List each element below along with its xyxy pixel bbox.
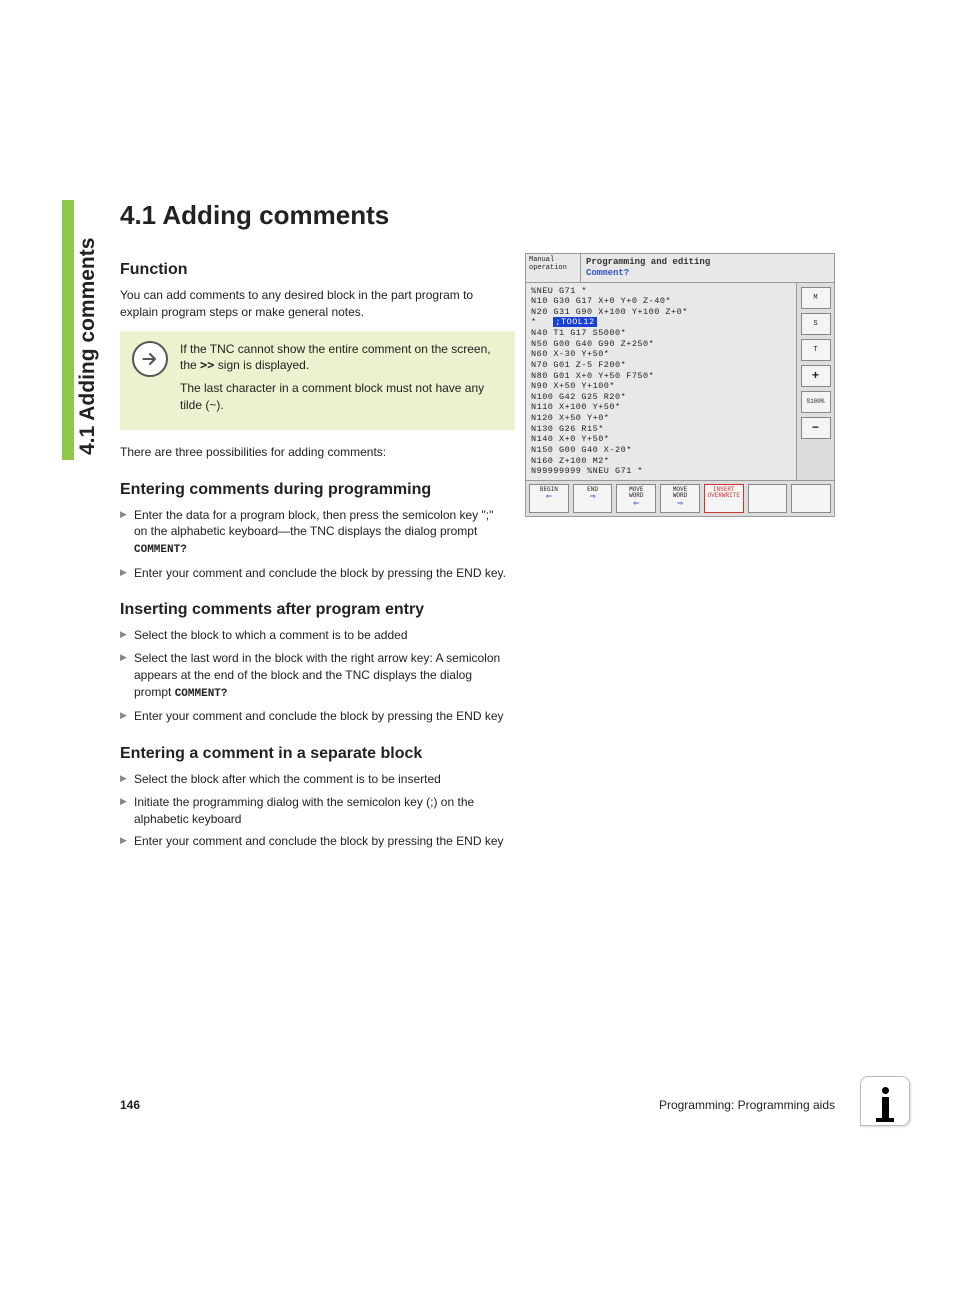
list-item: Enter your comment and conclude the bloc…	[120, 833, 510, 850]
arrow-right-icon: ⇒	[574, 493, 612, 503]
note-text: If the TNC cannot show the entire commen…	[180, 341, 503, 420]
list-item: Initiate the programming dialog with the…	[120, 794, 510, 828]
screenshot-body: %NEU G71 * N10 G30 G17 X+0 Y+0 Z-40* N20…	[526, 283, 834, 480]
softkey-move-word-right[interactable]: MOVE WORD⇒	[660, 484, 700, 513]
function-after-note: There are three possibilities for adding…	[120, 444, 505, 461]
list-item: Enter the data for a program block, then…	[120, 507, 510, 559]
list-item: Enter your comment and conclude the bloc…	[120, 708, 510, 725]
header-title: Programming and editing Comment?	[581, 254, 834, 282]
arrow-right-icon	[132, 341, 168, 377]
li-text: Enter your comment and conclude the bloc…	[134, 566, 506, 580]
softkey-empty[interactable]	[791, 484, 831, 513]
header-mode: Manual operation	[526, 254, 581, 282]
list-item: Select the block to which a comment is t…	[120, 627, 510, 644]
softkey-begin[interactable]: BEGIN⇐	[529, 484, 569, 513]
section-insertafter-title: Inserting comments after program entry	[120, 601, 835, 619]
note-line-2: The last character in a comment block mu…	[180, 380, 503, 414]
softkey-end[interactable]: END⇒	[573, 484, 613, 513]
page-heading: 4.1 Adding comments	[120, 200, 835, 231]
code-listing: %NEU G71 * N10 G30 G17 X+0 Y+0 Z-40* N20…	[526, 283, 796, 480]
softkey-row: BEGIN⇐ END⇒ MOVE WORD⇐ MOVE WORD⇒ INSERT…	[526, 480, 834, 516]
code-before: %NEU G71 * N10 G30 G17 X+0 Y+0 Z-40* N20…	[531, 286, 688, 317]
note-box: If the TNC cannot show the entire commen…	[120, 331, 515, 430]
sidebar-title: 4.1 Adding comments	[76, 238, 100, 455]
code-after: N40 T1 G17 S5000* N50 G00 G40 G90 Z+250*…	[531, 328, 654, 476]
screenshot-header: Manual operation Programming and editing…	[526, 254, 834, 283]
arrow-left-icon: ⇐	[530, 493, 568, 503]
code-highlight: ;TOOL12	[553, 317, 596, 327]
insertafter-list: Select the block to which a comment is t…	[120, 627, 510, 725]
tnc-screenshot: Manual operation Programming and editing…	[525, 253, 835, 517]
li-text: Enter the data for a program block, then…	[134, 508, 493, 539]
list-item: Select the last word in the block with t…	[120, 650, 510, 702]
note-1b: >>	[200, 358, 214, 372]
softkey-empty[interactable]	[748, 484, 788, 513]
header-l2: Comment?	[586, 268, 829, 279]
enterprog-list: Enter the data for a program block, then…	[120, 507, 510, 582]
side-btn-plus[interactable]	[801, 365, 831, 387]
separate-list: Select the block after which the comment…	[120, 771, 510, 850]
page-footer: 146 Programming: Programming aids	[120, 1098, 835, 1112]
list-item: Select the block after which the comment…	[120, 771, 510, 788]
side-btn-m[interactable]: M	[801, 287, 831, 309]
li-mono: COMMENT?	[175, 688, 228, 700]
side-btn-s100[interactable]: S100%	[801, 391, 831, 413]
li-text: Enter your comment and conclude the bloc…	[134, 709, 504, 723]
code-hl-prefix: *	[531, 317, 553, 327]
softkey-move-word-left[interactable]: MOVE WORD⇐	[616, 484, 656, 513]
note-line-1: If the TNC cannot show the entire commen…	[180, 341, 503, 375]
list-item: Enter your comment and conclude the bloc…	[120, 565, 510, 582]
side-btn-minus[interactable]	[801, 417, 831, 439]
header-l1: Programming and editing	[586, 257, 829, 268]
function-intro: You can add comments to any desired bloc…	[120, 287, 505, 321]
li-text: Select the block after which the comment…	[134, 772, 441, 786]
li-text: Select the block to which a comment is t…	[134, 628, 408, 642]
section-separate-title: Entering a comment in a separate block	[120, 745, 835, 763]
side-btn-t[interactable]: T	[801, 339, 831, 361]
footer-section: Programming: Programming aids	[659, 1098, 835, 1112]
arrow-right-icon: ⇒	[661, 500, 699, 510]
li-text: Initiate the programming dialog with the…	[134, 795, 474, 826]
info-icon	[860, 1076, 910, 1126]
side-buttons: M S T S100%	[796, 283, 834, 480]
note-1c: sign is displayed.	[214, 358, 309, 372]
page-number: 146	[120, 1098, 140, 1112]
sidebar-tab: 4.1 Adding comments	[62, 200, 102, 460]
li-text: Enter your comment and conclude the bloc…	[134, 834, 504, 848]
li-mono: COMMENT?	[134, 544, 187, 556]
arrow-left-icon: ⇐	[617, 500, 655, 510]
tab-accent	[62, 200, 74, 460]
softkey-insert-overwrite[interactable]: INSERT OVERWRITE	[704, 484, 744, 513]
side-btn-s[interactable]: S	[801, 313, 831, 335]
